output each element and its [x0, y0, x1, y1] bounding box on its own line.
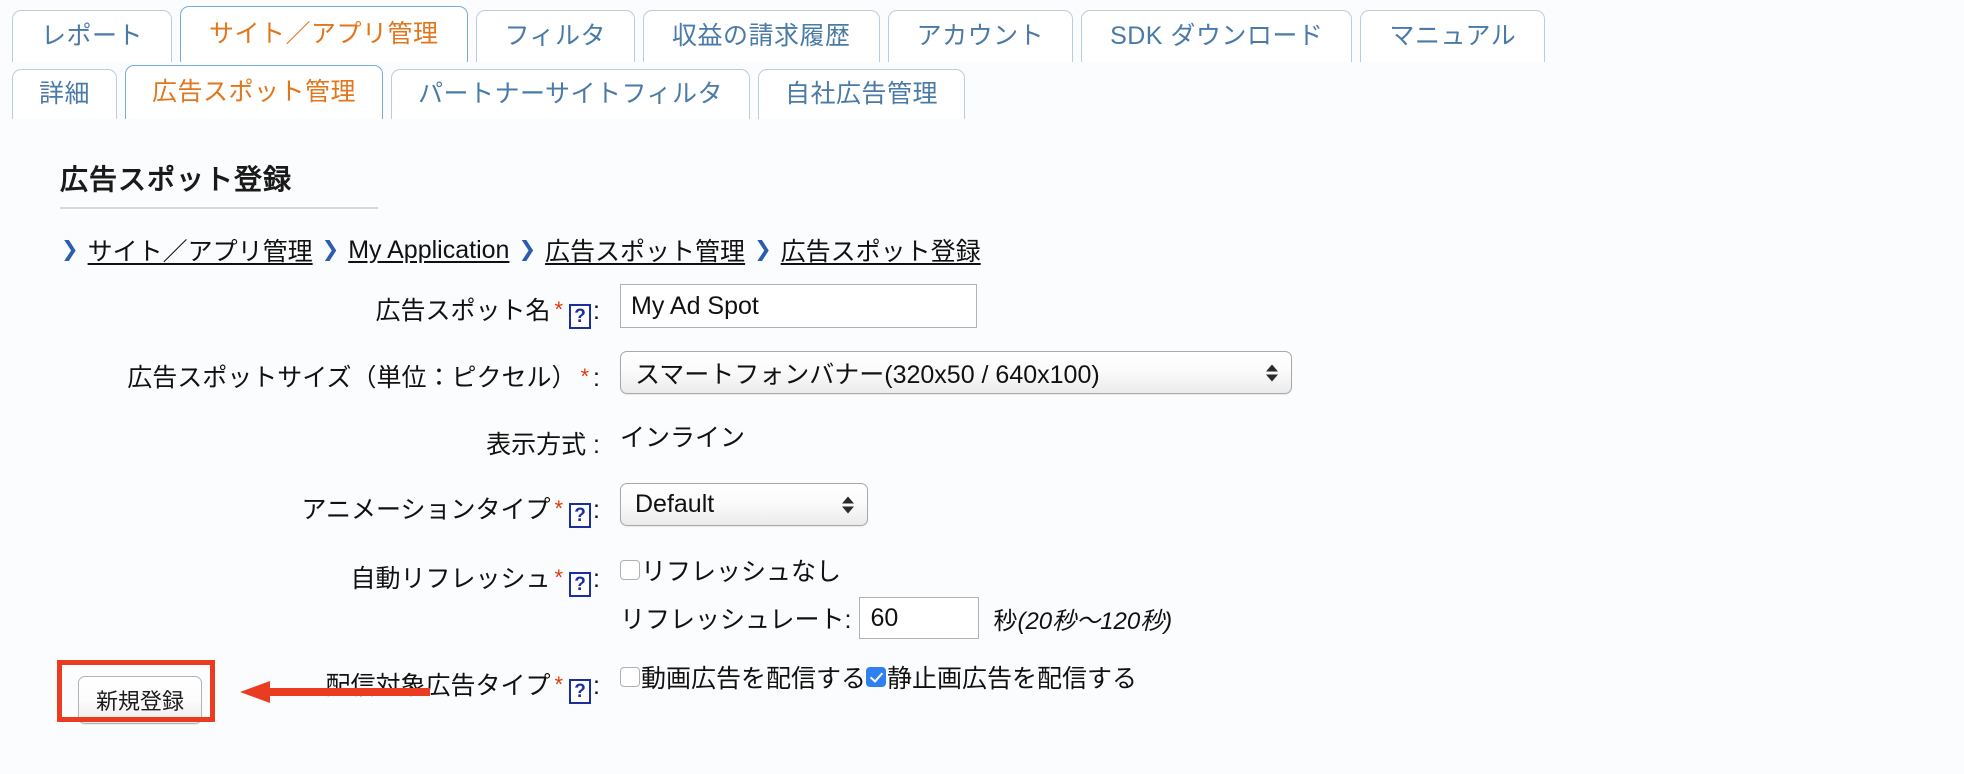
label-auto-refresh: 自動リフレッシュ *?:: [0, 552, 600, 597]
breadcrumb-item-my-application[interactable]: My Application: [348, 236, 509, 265]
tab-label: フィルタ: [504, 22, 607, 50]
label-colon: :: [593, 672, 600, 700]
label-text: 広告スポットサイズ（単位：ピクセル）: [127, 364, 577, 392]
label-text: 配信対象広告タイプ: [325, 672, 551, 700]
tab-label: 自社広告管理: [785, 80, 939, 108]
tab-account[interactable]: アカウント: [887, 10, 1074, 62]
label-spot-name: 広告スポット名 *?:: [0, 284, 600, 329]
chevron-right-icon: ❯: [61, 237, 79, 261]
animation-type-selected-value: Default: [635, 490, 715, 518]
tab-label: レポート: [41, 22, 144, 50]
refresh-rate-row: リフレッシュレート: 秒(20秒〜120秒): [620, 597, 1172, 639]
tab-sdk-download[interactable]: SDK ダウンロード: [1081, 10, 1353, 62]
control-animation-type: Default: [600, 483, 868, 526]
tab-ad-spot-management[interactable]: 広告スポット管理: [125, 65, 384, 119]
control-spot-name: [600, 284, 977, 328]
static-ads-label: 静止画広告を配信する: [887, 665, 1138, 693]
tab-label: 詳細: [39, 80, 91, 108]
form-row-ad-types: 配信対象広告タイプ *?: 動画広告を配信する 静止画広告を配信する: [0, 659, 1964, 704]
form-row-display-method: 表示方式 : インライン: [0, 418, 1964, 461]
help-icon[interactable]: ?: [569, 304, 592, 329]
animation-type-select[interactable]: Default: [620, 483, 868, 526]
tab-own-ad-management[interactable]: 自社広告管理: [758, 69, 966, 119]
tab-revenue-billing-history[interactable]: 収益の請求履歴: [643, 10, 880, 62]
help-icon[interactable]: ?: [569, 679, 592, 704]
label-colon: :: [593, 364, 600, 392]
required-marker: *: [554, 565, 564, 590]
label-display-method: 表示方式 :: [0, 418, 600, 461]
label-text: 自動リフレッシュ: [350, 565, 551, 593]
required-marker: *: [580, 364, 590, 389]
no-refresh-label: リフレッシュなし: [641, 558, 842, 586]
tab-label: サイト／アプリ管理: [209, 20, 439, 48]
tab-partner-site-filter[interactable]: パートナーサイトフィルタ: [391, 69, 751, 119]
spot-size-select[interactable]: スマートフォンバナー(320x50 / 640x100): [620, 351, 1292, 394]
tab-reports[interactable]: レポート: [12, 10, 173, 62]
form-row-animation-type: アニメーションタイプ *?: Default: [0, 483, 1964, 528]
label-animation-type: アニメーションタイプ *?:: [0, 483, 600, 528]
display-method-value: インライン: [620, 424, 746, 452]
control-ad-types: 動画広告を配信する 静止画広告を配信する: [600, 659, 1137, 695]
refresh-rate-label: リフレッシュレート:: [620, 606, 852, 634]
chevron-right-icon: ❯: [754, 237, 772, 261]
breadcrumb-item-ad-spot-management[interactable]: 広告スポット管理: [545, 232, 745, 268]
spot-size-selected-value: スマートフォンバナー(320x50 / 640x100): [635, 360, 1100, 389]
form-row-auto-refresh: 自動リフレッシュ*?: リフレッシュなし リフレッシュレート: 秒(20秒〜12…: [0, 552, 1964, 639]
video-ads-label: 動画広告を配信する: [641, 665, 867, 693]
ad-spot-registration-form: 広告スポット名*?: 広告スポットサイズ（単位：ピクセル）*: スマートフォンバ…: [0, 284, 1964, 704]
required-marker: *: [554, 672, 564, 697]
label-colon: :: [593, 297, 600, 325]
control-auto-refresh: リフレッシュなし リフレッシュレート: 秒(20秒〜120秒): [600, 552, 1172, 639]
tab-label: SDK ダウンロード: [1110, 22, 1324, 50]
label-colon: :: [593, 496, 600, 524]
primary-tab-bar: レポート サイト／アプリ管理 フィルタ 収益の請求履歴 アカウント SDK ダウ…: [0, 6, 1546, 62]
control-display-method: インライン: [600, 418, 745, 454]
tab-manual[interactable]: マニュアル: [1360, 10, 1546, 62]
chevron-right-icon: ❯: [321, 237, 340, 261]
page-root: レポート サイト／アプリ管理 フィルタ 収益の請求履歴 アカウント SDK ダウ…: [0, 0, 1964, 774]
label-spot-size: 広告スポットサイズ（単位：ピクセル） *:: [0, 351, 600, 394]
tab-detail[interactable]: 詳細: [12, 69, 118, 119]
tab-label: 広告スポット管理: [152, 78, 357, 106]
spot-name-input[interactable]: [620, 284, 977, 328]
tab-site-app-management[interactable]: サイト／アプリ管理: [180, 6, 468, 62]
label-text: 広告スポット名: [375, 297, 551, 325]
static-ads-checkbox-row[interactable]: 静止画広告を配信する: [866, 659, 1137, 695]
secondary-tab-bar: 詳細 広告スポット管理 パートナーサイトフィルタ 自社広告管理: [0, 65, 966, 119]
breadcrumb-item-site-app-management[interactable]: サイト／アプリ管理: [88, 232, 313, 268]
label-text: アニメーションタイプ: [301, 496, 551, 524]
tab-label: アカウント: [916, 22, 1045, 50]
breadcrumb: ❯ サイト／アプリ管理 ❯ My Application ❯ 広告スポット管理 …: [52, 232, 981, 268]
breadcrumb-item-ad-spot-register[interactable]: 広告スポット登録: [781, 232, 981, 268]
register-new-button[interactable]: 新規登録: [78, 676, 203, 724]
label-colon: :: [593, 565, 600, 593]
tab-label: パートナーサイトフィルタ: [418, 80, 724, 108]
help-icon[interactable]: ?: [569, 503, 592, 528]
no-refresh-checkbox-row[interactable]: リフレッシュなし: [620, 552, 841, 588]
help-icon[interactable]: ?: [569, 572, 592, 597]
chevron-updown-icon: [842, 496, 854, 513]
required-marker: *: [554, 496, 564, 521]
refresh-rate-unit: 秒: [993, 607, 1018, 635]
tab-label: マニュアル: [1389, 22, 1517, 50]
chevron-updown-icon: [1266, 364, 1278, 381]
label-text: 表示方式: [486, 431, 587, 459]
no-refresh-checkbox[interactable]: [620, 560, 640, 580]
form-row-spot-name: 広告スポット名 *?:: [0, 284, 1964, 329]
refresh-rate-unit-note: 秒(20秒〜120秒): [993, 601, 1172, 636]
page-title: 広告スポット登録: [60, 158, 378, 209]
refresh-rate-range: (20秒〜120秒): [1017, 607, 1173, 635]
form-row-spot-size: 広告スポットサイズ（単位：ピクセル） *: スマートフォンバナー(320x50 /…: [0, 351, 1964, 394]
static-ads-checkbox[interactable]: [866, 667, 887, 687]
tab-label: 収益の請求履歴: [672, 22, 851, 50]
video-ads-checkbox-row[interactable]: 動画広告を配信する: [620, 659, 866, 695]
refresh-rate-input[interactable]: [859, 597, 980, 639]
label-colon: :: [593, 431, 600, 459]
tab-filter[interactable]: フィルタ: [475, 10, 636, 62]
chevron-right-icon: ❯: [518, 237, 537, 261]
video-ads-checkbox[interactable]: [620, 667, 640, 687]
control-spot-size: スマートフォンバナー(320x50 / 640x100): [600, 351, 1292, 394]
required-marker: *: [554, 297, 564, 322]
